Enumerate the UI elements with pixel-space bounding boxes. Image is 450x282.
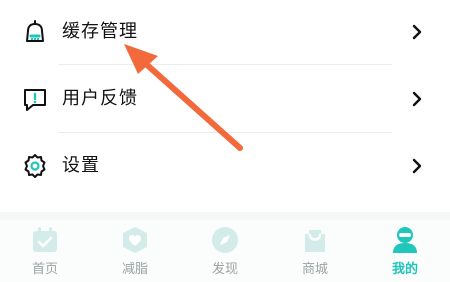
tab-mall[interactable]: 商城	[270, 220, 360, 282]
menu-item-label: 设置	[62, 155, 100, 176]
shield-heart-icon	[123, 227, 147, 253]
compass-icon	[212, 227, 238, 253]
menu-item-user-feedback[interactable]: 用户反馈	[0, 69, 450, 129]
divider	[58, 132, 392, 133]
menu-item-label: 用户反馈	[62, 88, 138, 109]
menu-item-settings[interactable]: 设置	[0, 136, 450, 196]
chevron-right-icon	[412, 158, 422, 174]
menu-item-label: 缓存管理	[62, 21, 138, 42]
tab-home[interactable]: 首页	[0, 220, 90, 282]
divider	[58, 64, 392, 65]
tab-label: 我的	[391, 262, 418, 277]
tab-label: 发现	[211, 262, 238, 277]
user-icon	[393, 227, 417, 253]
shopping-bag-icon	[305, 230, 325, 252]
tab-discover[interactable]: 发现	[180, 220, 270, 282]
menu-item-cache-management[interactable]: 缓存管理	[0, 2, 450, 62]
feedback-icon	[24, 89, 46, 111]
section-gap	[0, 212, 450, 220]
tab-label: 首页	[31, 262, 58, 277]
bell-broom-icon	[26, 20, 44, 42]
chevron-right-icon	[412, 91, 422, 107]
tab-label: 商城	[301, 262, 328, 277]
bottom-tab-bar: 首页 减脂 发现 商城 我的	[0, 220, 450, 282]
gear-icon	[24, 154, 46, 178]
chevron-right-icon	[412, 24, 422, 40]
tab-fat-loss[interactable]: 减脂	[90, 220, 180, 282]
tab-mine[interactable]: 我的	[360, 220, 450, 282]
calendar-icon	[33, 227, 57, 252]
tab-label: 减脂	[121, 262, 148, 277]
